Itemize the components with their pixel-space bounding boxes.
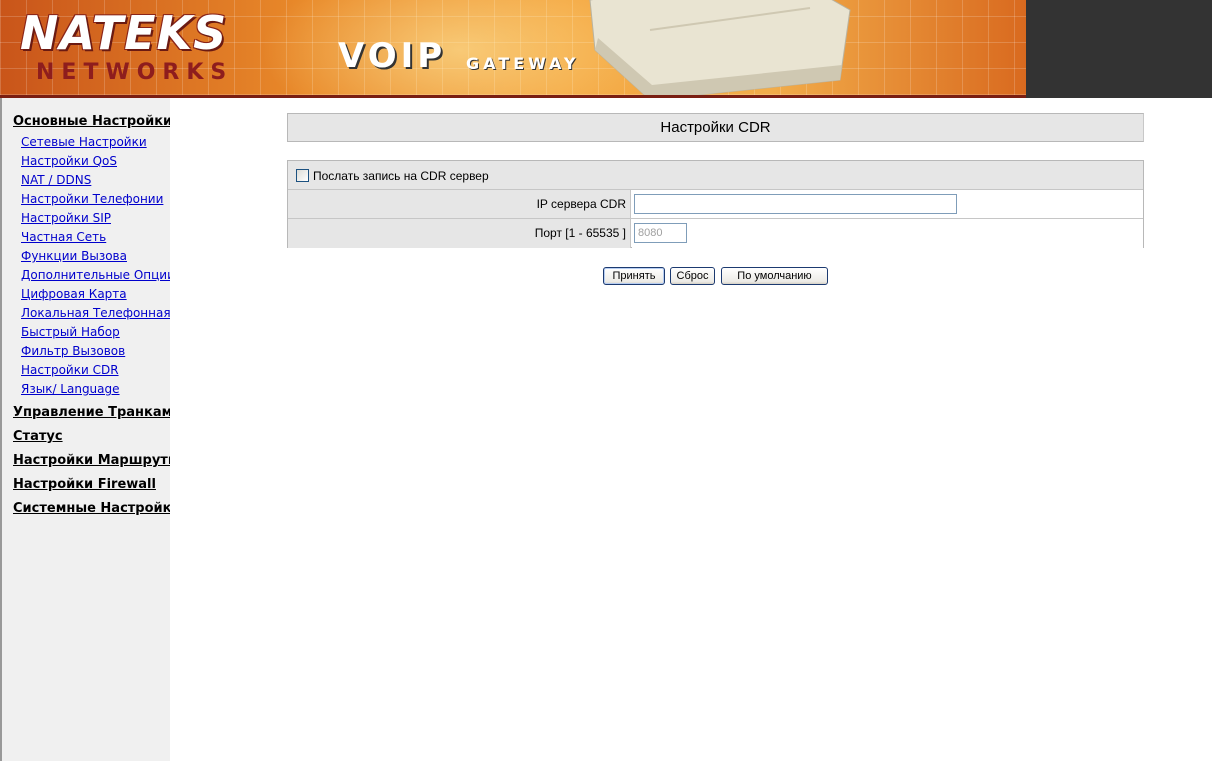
cdr-settings-form: Послать запись на CDR сервер IP сервера … [287, 160, 1144, 248]
ip-label: IP сервера CDR [288, 190, 631, 218]
sidebar-item-call-functions[interactable]: Функции Вызова [2, 247, 170, 266]
sidebar-item-network-settings[interactable]: Сетевые Настройки [2, 133, 170, 152]
sidebar-submenu: Сетевые Настройки Настройки QoS NAT / DD… [2, 133, 170, 399]
sidebar-section-basic-settings[interactable]: Основные Настройки [2, 114, 170, 130]
send-cdr-label: Послать запись на CDR сервер [313, 169, 489, 183]
sidebar-item-telephony-settings[interactable]: Настройки Телефонии [2, 190, 170, 209]
port-label: Порт [1 - 65535 ] [288, 219, 631, 248]
sidebar-section-trunk-management[interactable]: Управление Транкам [2, 401, 170, 425]
send-cdr-checkbox[interactable] [296, 169, 309, 182]
sidebar-item-digit-map[interactable]: Цифровая Карта [2, 285, 170, 304]
product-voip: VOIP [338, 36, 447, 76]
accept-button[interactable]: Принять [603, 267, 665, 285]
ip-row: IP сервера CDR [288, 190, 1143, 219]
sidebar-item-additional-options[interactable]: Дополнительные Опции [2, 266, 170, 285]
sidebar-item-language[interactable]: Язык/ Language [2, 380, 170, 399]
sidebar-item-sip-settings[interactable]: Настройки SIP [2, 209, 170, 228]
router-image [589, 0, 851, 95]
sidebar-nav: Основные Настройки Сетевые Настройки Нас… [0, 98, 170, 761]
sidebar-section-firewall-settings[interactable]: Настройки Firewall [2, 473, 170, 497]
sidebar-item-call-filter[interactable]: Фильтр Вызовов [2, 342, 170, 361]
page-title: Настройки CDR [287, 113, 1144, 142]
logo-networks: NETWORKS [36, 60, 234, 85]
cdr-ip-input[interactable] [634, 194, 957, 214]
banner: NATEKS NETWORKS VOIP GATEWAY [0, 0, 1026, 98]
sidebar-item-speed-dial[interactable]: Быстрый Набор [2, 323, 170, 342]
sidebar-other-sections: Управление Транкам Статус Настройки Марш… [2, 401, 170, 521]
sidebar-item-nat-ddns[interactable]: NAT / DDNS [2, 171, 170, 190]
sidebar-section-status[interactable]: Статус [2, 425, 170, 449]
reset-button[interactable]: Сброс [670, 267, 715, 285]
sidebar-item-qos-settings[interactable]: Настройки QoS [2, 152, 170, 171]
sidebar-item-private-network[interactable]: Частная Сеть [2, 228, 170, 247]
header: NATEKS NETWORKS VOIP GATEWAY [0, 0, 1212, 98]
sidebar-section-system-settings[interactable]: Системные Настройк [2, 497, 170, 521]
send-cdr-row: Послать запись на CDR сервер [288, 161, 1143, 190]
default-button[interactable]: По умолчанию [721, 267, 828, 285]
product-gateway: GATEWAY [466, 54, 580, 73]
sidebar-item-local-phonebook[interactable]: Локальная Телефонная К [2, 304, 170, 323]
cdr-port-input[interactable] [634, 223, 687, 243]
port-row: Порт [1 - 65535 ] [288, 219, 1143, 248]
sidebar-section-routing-settings[interactable]: Настройки Маршрути [2, 449, 170, 473]
sidebar-item-cdr-settings[interactable]: Настройки CDR [2, 361, 170, 380]
logo-nateks: NATEKS [20, 6, 228, 60]
